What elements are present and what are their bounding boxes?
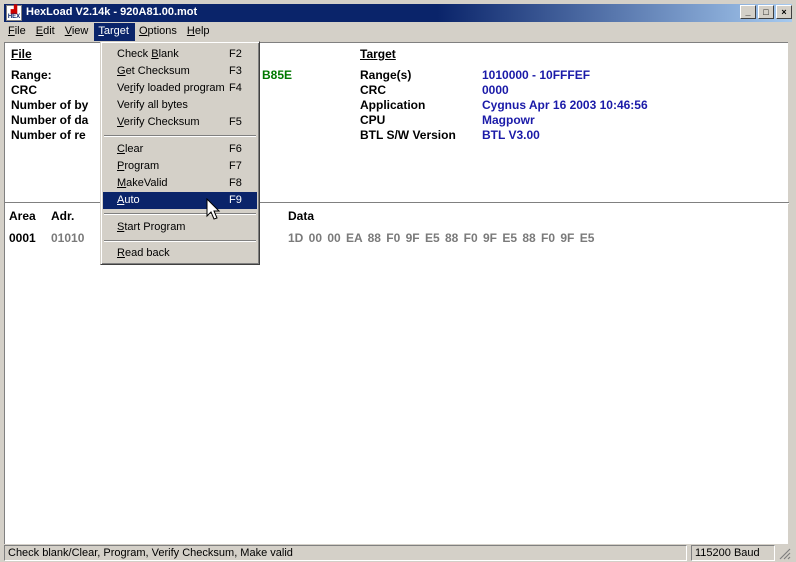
menu-item-get-checksum[interactable]: Get Checksum F3 bbox=[103, 63, 257, 80]
menu-bar: File Edit View Target Options Help bbox=[4, 23, 792, 41]
menu-help[interactable]: Help bbox=[183, 23, 216, 41]
file-data-label: Number of da bbox=[11, 113, 89, 127]
menu-options[interactable]: Options bbox=[135, 23, 183, 41]
target-application-label: Application bbox=[360, 98, 426, 112]
target-btl-value: BTL V3.00 bbox=[482, 128, 540, 142]
file-records-label: Number of re bbox=[11, 128, 86, 142]
menu-separator bbox=[104, 213, 256, 215]
row-address: 01010 bbox=[51, 231, 85, 245]
window-title: HexLoad V2.14k - 920A81.00.mot bbox=[26, 6, 198, 18]
mouse-cursor-icon bbox=[206, 198, 221, 220]
menu-target[interactable]: Target bbox=[94, 23, 135, 41]
menu-file[interactable]: File bbox=[4, 23, 32, 41]
file-header: File bbox=[11, 47, 32, 61]
target-range-value: 1010000 - 10FFFEF bbox=[482, 68, 591, 82]
menu-item-check-blank[interactable]: Check Blank F2 bbox=[103, 46, 257, 63]
file-crc-label: CRC bbox=[11, 83, 37, 97]
row-area: 0001 bbox=[9, 231, 36, 245]
target-crc-value: 0000 bbox=[482, 83, 509, 97]
close-button[interactable]: × bbox=[776, 5, 792, 19]
status-bar: Check blank/Clear, Program, Verify Check… bbox=[4, 545, 792, 561]
column-area: Area bbox=[9, 209, 36, 223]
menu-separator bbox=[104, 135, 256, 137]
row-data: 1D 00 00 EA 88 F0 9F E5 88 F0 9F E5 88 F… bbox=[288, 231, 595, 245]
menu-item-verify-checksum[interactable]: Verify Checksum F5 bbox=[103, 114, 257, 131]
column-adr: Adr. bbox=[51, 209, 75, 223]
target-application-value: Cygnus Apr 16 2003 10:46:56 bbox=[482, 98, 648, 112]
target-range-label: Range(s) bbox=[360, 68, 412, 82]
menu-item-make-valid[interactable]: MakeValid F8 bbox=[103, 175, 257, 192]
menu-item-verify-loaded-program[interactable]: Verify loaded program F4 bbox=[103, 80, 257, 97]
menu-item-start-program[interactable]: Start Program bbox=[103, 219, 257, 236]
target-header: Target bbox=[360, 47, 396, 61]
target-dropdown-menu: Check Blank F2 Get Checksum F3 Verify load… bbox=[100, 41, 260, 265]
menu-item-read-back[interactable]: Read back bbox=[103, 245, 257, 262]
title-bar: ▟ HEX HexLoad V2.14k - 920A81.00.mot _ □ … bbox=[4, 4, 792, 22]
file-bytes-label: Number of by bbox=[11, 98, 89, 112]
target-cpu-label: CPU bbox=[360, 113, 386, 127]
resize-grip-icon[interactable] bbox=[778, 547, 791, 560]
menu-edit[interactable]: Edit bbox=[32, 23, 61, 41]
restore-button[interactable]: □ bbox=[758, 5, 774, 19]
menu-item-program[interactable]: Program F7 bbox=[103, 158, 257, 175]
status-baud: 115200 Baud bbox=[691, 545, 775, 561]
column-data: Data bbox=[288, 209, 315, 223]
menu-item-auto[interactable]: Auto F9 bbox=[103, 192, 257, 209]
menu-separator bbox=[104, 240, 256, 242]
menu-item-clear[interactable]: Clear F6 bbox=[103, 141, 257, 158]
file-range-label: Range: bbox=[11, 68, 52, 82]
hexload-app-icon[interactable]: ▟ HEX bbox=[6, 5, 22, 21]
menu-item-verify-all-bytes[interactable]: Verify all bytes bbox=[103, 97, 257, 114]
menu-view[interactable]: View bbox=[61, 23, 95, 41]
minimize-button[interactable]: _ bbox=[740, 5, 756, 19]
file-crc-value: B85E bbox=[262, 68, 293, 82]
target-crc-label: CRC bbox=[360, 83, 386, 97]
target-btl-label: BTL S/W Version bbox=[360, 128, 456, 142]
status-message: Check blank/Clear, Program, Verify Check… bbox=[4, 545, 687, 561]
target-cpu-value: Magpowr bbox=[482, 113, 535, 127]
